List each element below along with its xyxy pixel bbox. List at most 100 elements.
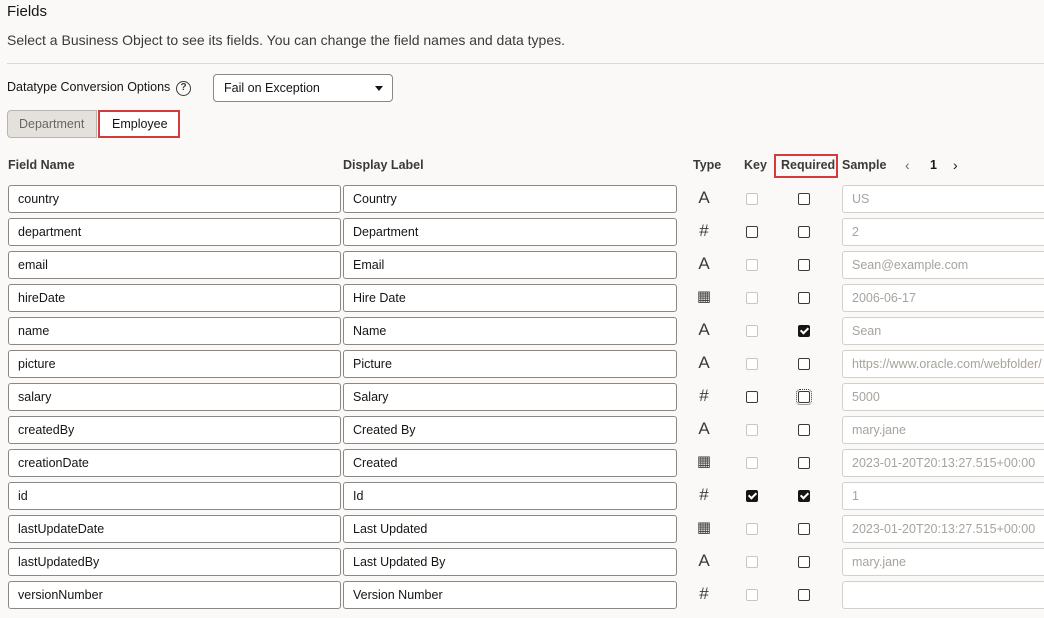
- display-label-input[interactable]: Department: [343, 218, 677, 246]
- field-name-input[interactable]: versionNumber: [8, 581, 341, 609]
- number-icon[interactable]: #: [694, 485, 714, 505]
- key-checkbox: [746, 358, 758, 370]
- key-checkbox: [746, 259, 758, 271]
- field-name-input[interactable]: lastUpdatedBy: [8, 548, 341, 576]
- required-checkbox[interactable]: [798, 457, 810, 469]
- sample-value-field: mary.jane: [842, 416, 1044, 444]
- tab-employee[interactable]: Employee: [98, 110, 180, 138]
- datetime-icon[interactable]: ▦: [694, 452, 714, 472]
- sample-value-field: 2023-01-20T20:13:27.515+00:00: [842, 449, 1044, 477]
- business-object-tabs: Department Employee: [7, 110, 180, 138]
- display-label-input[interactable]: Created: [343, 449, 677, 477]
- required-checkbox[interactable]: [798, 292, 810, 304]
- required-checkbox[interactable]: [798, 226, 810, 238]
- display-label-input[interactable]: Picture: [343, 350, 677, 378]
- text-icon[interactable]: A: [694, 254, 714, 274]
- sample-value-field: Sean@example.com: [842, 251, 1044, 279]
- section-title: Fields: [7, 3, 48, 20]
- number-icon[interactable]: #: [694, 221, 714, 241]
- field-name-input[interactable]: name: [8, 317, 341, 345]
- key-checkbox: [746, 589, 758, 601]
- column-header-display-label: Display Label: [343, 158, 424, 172]
- sample-value-field: US: [842, 185, 1044, 213]
- key-checkbox: [746, 556, 758, 568]
- key-checkbox[interactable]: [746, 226, 758, 238]
- datetime-icon[interactable]: ▦: [694, 518, 714, 538]
- display-label-input[interactable]: Created By: [343, 416, 677, 444]
- sample-value-field: 2006-06-17: [842, 284, 1044, 312]
- key-checkbox: [746, 523, 758, 535]
- required-checkbox[interactable]: [798, 259, 810, 271]
- key-checkbox: [746, 292, 758, 304]
- column-header-key: Key: [744, 158, 767, 172]
- table-row: createdBy Created By Amary.jane: [0, 416, 1044, 444]
- required-checkbox[interactable]: [798, 589, 810, 601]
- required-checkbox[interactable]: [796, 389, 812, 405]
- display-label-input[interactable]: Version Number: [343, 581, 677, 609]
- field-name-input[interactable]: hireDate: [8, 284, 341, 312]
- number-icon[interactable]: #: [694, 386, 714, 406]
- tab-department[interactable]: Department: [7, 110, 97, 138]
- chevron-down-icon: [375, 86, 383, 91]
- key-checkbox[interactable]: [746, 391, 758, 403]
- field-name-input[interactable]: id: [8, 482, 341, 510]
- required-checkbox[interactable]: [798, 193, 810, 205]
- field-name-input[interactable]: salary: [8, 383, 341, 411]
- table-row: hireDate Hire Date ▦ 2006-06-17: [0, 284, 1044, 312]
- required-checkbox[interactable]: [798, 358, 810, 370]
- display-label-input[interactable]: Last Updated: [343, 515, 677, 543]
- text-icon[interactable]: A: [694, 551, 714, 571]
- sample-value-field: 5000: [842, 383, 1044, 411]
- key-checkbox: [746, 193, 758, 205]
- conversion-options-select[interactable]: Fail on Exception: [213, 74, 393, 102]
- key-checkbox: [746, 424, 758, 436]
- display-label-input[interactable]: Email: [343, 251, 677, 279]
- sample-value-field: Sean: [842, 317, 1044, 345]
- text-icon[interactable]: A: [694, 320, 714, 340]
- sample-value-field: https://www.oracle.com/webfolder/: [842, 350, 1044, 378]
- help-icon[interactable]: ?: [176, 81, 191, 96]
- field-name-input[interactable]: department: [8, 218, 341, 246]
- field-name-input[interactable]: creationDate: [8, 449, 341, 477]
- required-checkbox[interactable]: [798, 424, 810, 436]
- key-checkbox: [746, 325, 758, 337]
- display-label-input[interactable]: Salary: [343, 383, 677, 411]
- display-label-input[interactable]: Last Updated By: [343, 548, 677, 576]
- conversion-options-label: Datatype Conversion Options: [7, 80, 171, 94]
- text-icon[interactable]: A: [694, 353, 714, 373]
- field-name-input[interactable]: picture: [8, 350, 341, 378]
- display-label-input[interactable]: Name: [343, 317, 677, 345]
- field-name-input[interactable]: createdBy: [8, 416, 341, 444]
- column-header-field-name: Field Name: [8, 158, 75, 172]
- number-icon[interactable]: #: [694, 584, 714, 604]
- sample-value-field: 1: [842, 482, 1044, 510]
- field-name-input[interactable]: country: [8, 185, 341, 213]
- field-name-input[interactable]: lastUpdateDate: [8, 515, 341, 543]
- table-row: versionNumber Version Number #: [0, 581, 1044, 609]
- table-row: name Name A Sean: [0, 317, 1044, 345]
- table-row: lastUpdateDate Last Updated ▦ 2023-01-20T20…: [0, 515, 1044, 543]
- display-label-input[interactable]: Country: [343, 185, 677, 213]
- sample-value-field: 2023-01-20T20:13:27.515+00:00: [842, 515, 1044, 543]
- column-header-type: Type: [693, 158, 722, 172]
- text-icon[interactable]: A: [694, 188, 714, 208]
- table-row: creationDate Created ▦ 2023-01-20T20:13:27.…: [0, 449, 1044, 477]
- divider: [7, 63, 1044, 64]
- required-checkbox[interactable]: [798, 490, 810, 502]
- previous-page-icon[interactable]: ‹: [905, 157, 910, 173]
- text-icon[interactable]: A: [694, 419, 714, 439]
- table-row: lastUpdatedBy Last Updated By Amary.jane: [0, 548, 1044, 576]
- display-label-input[interactable]: Id: [343, 482, 677, 510]
- required-checkbox[interactable]: [798, 325, 810, 337]
- table-row: email Email A Sean@example.com: [0, 251, 1044, 279]
- required-checkbox[interactable]: [798, 556, 810, 568]
- date-icon[interactable]: ▦: [694, 287, 714, 307]
- table-row: id Id #1: [0, 482, 1044, 510]
- next-page-icon[interactable]: ›: [953, 157, 958, 173]
- key-checkbox[interactable]: [746, 490, 758, 502]
- key-checkbox: [746, 457, 758, 469]
- display-label-input[interactable]: Hire Date: [343, 284, 677, 312]
- required-checkbox[interactable]: [798, 523, 810, 535]
- field-name-input[interactable]: email: [8, 251, 341, 279]
- sample-value-field: mary.jane: [842, 548, 1044, 576]
